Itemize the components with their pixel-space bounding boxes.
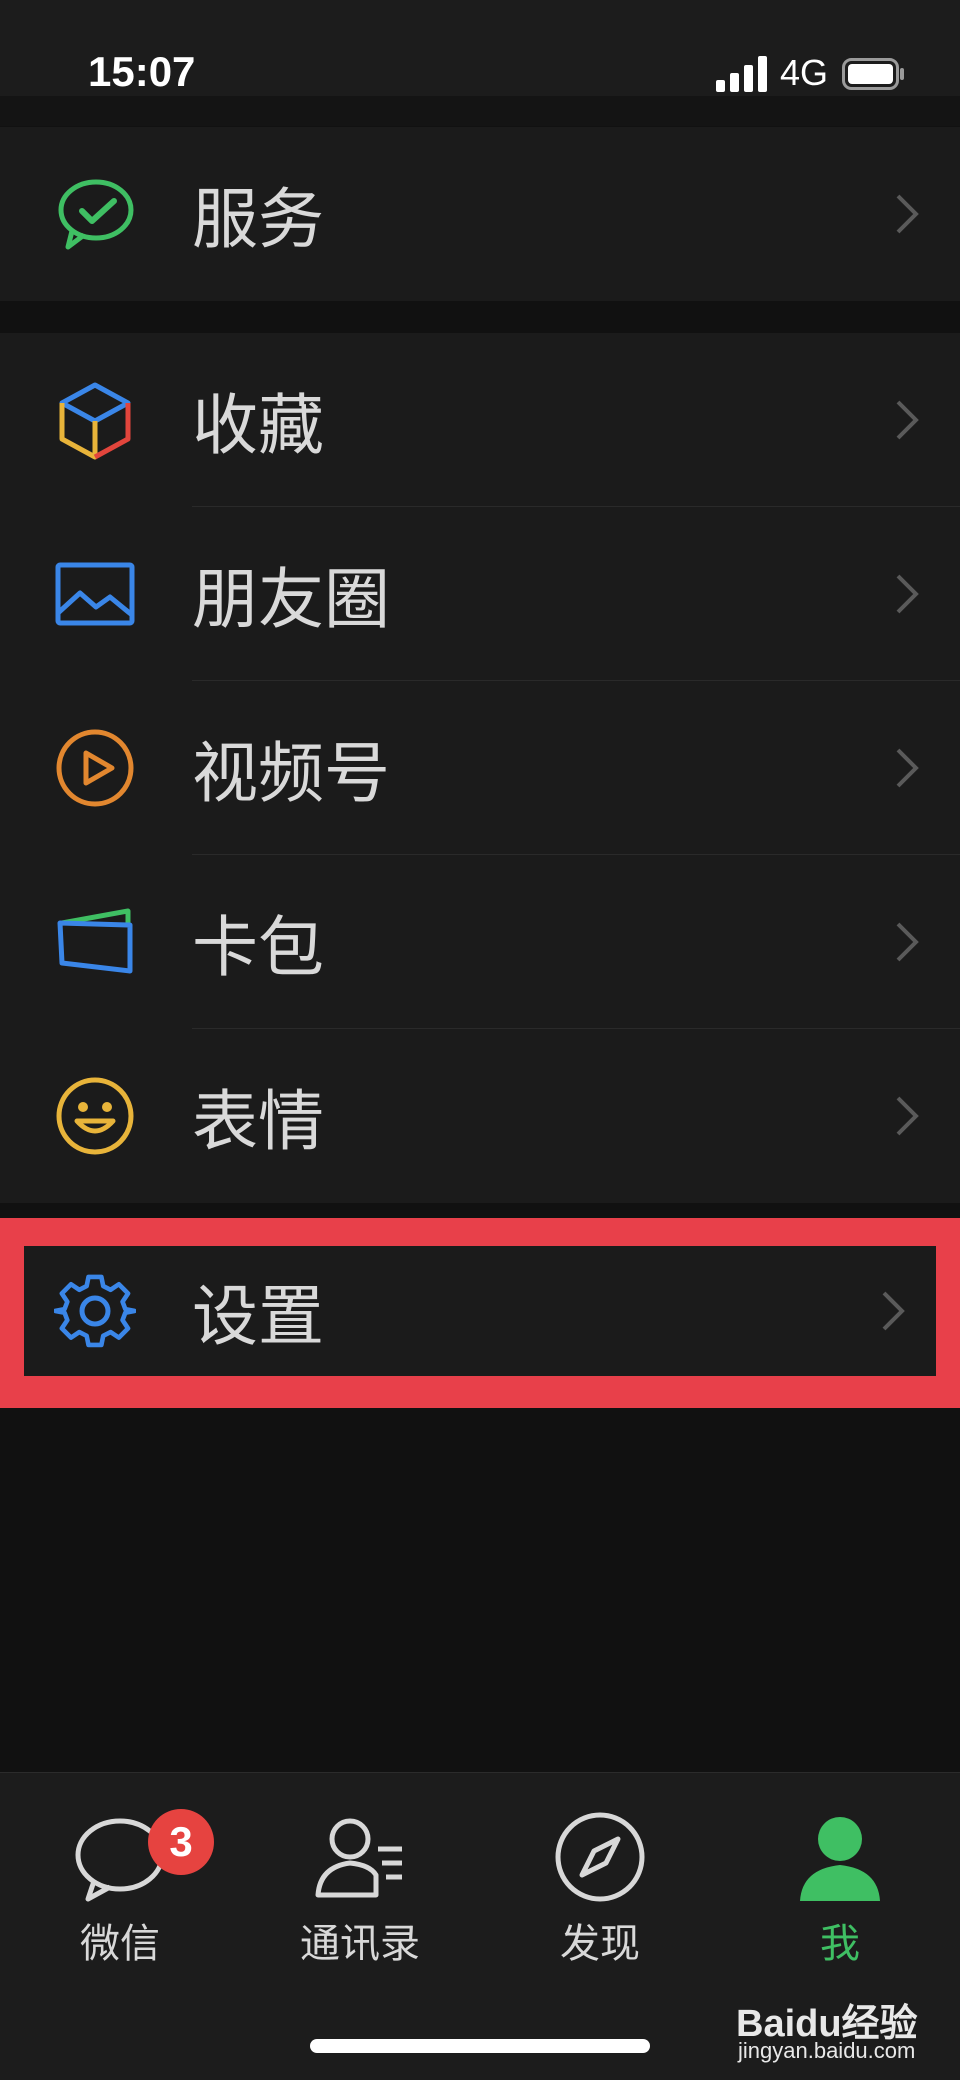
tab-chats[interactable]: 微信 3	[20, 1809, 220, 1969]
chevron-right-icon	[896, 922, 919, 962]
menu-item-settings[interactable]: 设置	[24, 1246, 936, 1376]
signal-strength-icon	[716, 56, 767, 92]
tab-label: 微信	[80, 1921, 160, 1967]
chevron-right-icon	[896, 748, 919, 788]
contacts-icon	[315, 1818, 402, 1898]
menu-group-services: 服务	[0, 127, 960, 301]
tab-label: 我	[820, 1921, 860, 1967]
unread-badge: 3	[148, 1809, 214, 1875]
watermark: Baidu经验 jingyan.baidu.com	[736, 1992, 956, 2066]
wechat-pay-check-icon	[54, 173, 136, 255]
photo-icon	[54, 553, 136, 635]
settings-highlight-frame: 设置	[0, 1218, 960, 1408]
menu-item-channels[interactable]: 视频号	[0, 681, 960, 855]
menu-item-label: 收藏	[192, 387, 324, 464]
chevron-right-icon	[896, 194, 919, 234]
menu-item-favorites[interactable]: 收藏	[0, 333, 960, 507]
menu-item-label: 朋友圈	[192, 561, 390, 638]
tab-contacts[interactable]: 通讯录	[260, 1809, 460, 1969]
menu-item-stickers[interactable]: 表情	[0, 1029, 960, 1203]
menu-item-label: 卡包	[192, 909, 324, 986]
chevron-right-icon	[896, 574, 919, 614]
status-strip	[0, 96, 960, 126]
tab-label: 通讯录	[300, 1921, 420, 1967]
tab-me[interactable]: 我	[740, 1809, 940, 1969]
menu-group-settings: 设置	[24, 1246, 936, 1376]
menu-item-label: 视频号	[192, 735, 390, 812]
network-type: 4G	[780, 52, 829, 93]
compass-icon	[555, 1812, 645, 1902]
play-circle-icon	[54, 727, 136, 809]
status-time: 15:07	[88, 48, 196, 95]
menu-item-card-wallet[interactable]: 卡包	[0, 855, 960, 1029]
person-icon	[800, 1817, 880, 1901]
gear-icon	[54, 1270, 136, 1352]
tab-discover[interactable]: 发现	[500, 1809, 700, 1969]
menu-item-label: 设置	[192, 1278, 324, 1355]
cube-icon	[54, 379, 136, 461]
battery-icon	[842, 58, 904, 90]
chevron-right-icon	[896, 400, 919, 440]
smiley-icon	[54, 1075, 136, 1157]
menu-group-main: 收藏 朋友圈 视频号 卡包 表情	[0, 333, 960, 1203]
menu-item-label: 服务	[192, 181, 324, 258]
tab-label: 发现	[560, 1921, 640, 1967]
home-indicator	[310, 2039, 650, 2053]
menu-item-services[interactable]: 服务	[0, 127, 960, 301]
chevron-right-icon	[896, 1096, 919, 1136]
menu-item-moments[interactable]: 朋友圈	[0, 507, 960, 681]
menu-item-label: 表情	[192, 1083, 324, 1160]
watermark-url: jingyan.baidu.com	[738, 2038, 916, 2063]
status-bar: 15:07 4G	[0, 0, 960, 96]
chevron-right-icon	[882, 1291, 905, 1331]
card-wallet-icon	[54, 901, 136, 983]
